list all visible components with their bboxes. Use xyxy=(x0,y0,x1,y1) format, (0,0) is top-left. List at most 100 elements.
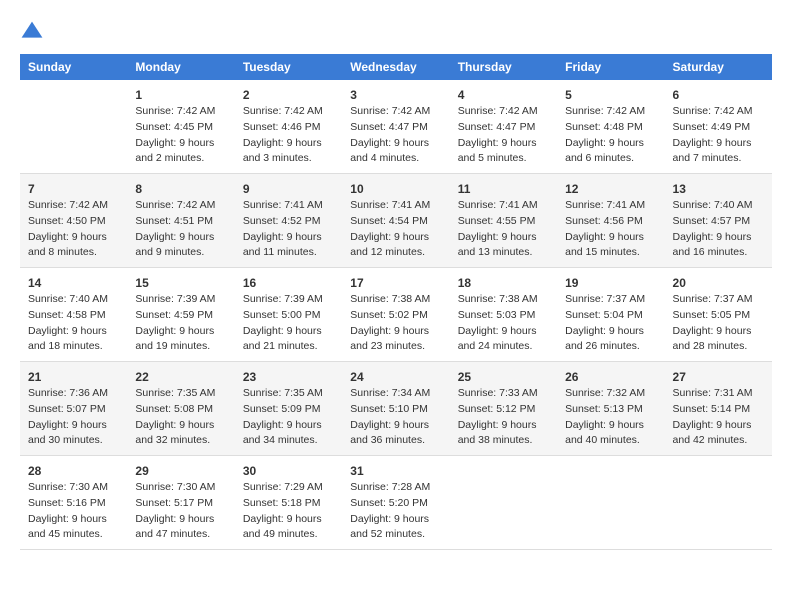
day-info: and 49 minutes. xyxy=(243,527,334,543)
day-number: 30 xyxy=(243,462,334,480)
calendar-cell: 31Sunrise: 7:28 AMSunset: 5:20 PMDayligh… xyxy=(342,456,449,550)
day-info: Sunrise: 7:42 AM xyxy=(565,104,656,120)
day-number: 23 xyxy=(243,368,334,386)
calendar-cell: 21Sunrise: 7:36 AMSunset: 5:07 PMDayligh… xyxy=(20,362,127,456)
day-info: Sunset: 4:57 PM xyxy=(673,214,764,230)
day-info: Sunset: 5:09 PM xyxy=(243,402,334,418)
day-info: Daylight: 9 hours xyxy=(28,512,119,528)
day-info: Daylight: 9 hours xyxy=(135,136,226,152)
day-number: 28 xyxy=(28,462,119,480)
calendar-cell: 3Sunrise: 7:42 AMSunset: 4:47 PMDaylight… xyxy=(342,80,449,174)
day-number: 4 xyxy=(458,86,549,104)
day-info: Daylight: 9 hours xyxy=(458,418,549,434)
calendar-cell: 11Sunrise: 7:41 AMSunset: 4:55 PMDayligh… xyxy=(450,174,557,268)
weekday-header-wednesday: Wednesday xyxy=(342,54,449,80)
day-info: Daylight: 9 hours xyxy=(243,512,334,528)
day-info: Daylight: 9 hours xyxy=(28,418,119,434)
day-info: Daylight: 9 hours xyxy=(458,230,549,246)
day-info: Sunrise: 7:37 AM xyxy=(565,292,656,308)
calendar-cell: 12Sunrise: 7:41 AMSunset: 4:56 PMDayligh… xyxy=(557,174,664,268)
calendar-cell: 4Sunrise: 7:42 AMSunset: 4:47 PMDaylight… xyxy=(450,80,557,174)
day-info: and 8 minutes. xyxy=(28,245,119,261)
day-info: Sunset: 4:46 PM xyxy=(243,120,334,136)
day-number: 2 xyxy=(243,86,334,104)
calendar-cell: 17Sunrise: 7:38 AMSunset: 5:02 PMDayligh… xyxy=(342,268,449,362)
day-info: Daylight: 9 hours xyxy=(565,136,656,152)
calendar-cell: 18Sunrise: 7:38 AMSunset: 5:03 PMDayligh… xyxy=(450,268,557,362)
day-number: 17 xyxy=(350,274,441,292)
day-info: Sunset: 5:12 PM xyxy=(458,402,549,418)
day-info: and 23 minutes. xyxy=(350,339,441,355)
day-info: and 4 minutes. xyxy=(350,151,441,167)
day-info: and 34 minutes. xyxy=(243,433,334,449)
day-info: Sunset: 5:02 PM xyxy=(350,308,441,324)
day-info: Sunset: 5:14 PM xyxy=(673,402,764,418)
calendar-cell: 28Sunrise: 7:30 AMSunset: 5:16 PMDayligh… xyxy=(20,456,127,550)
day-number: 6 xyxy=(673,86,764,104)
day-number: 8 xyxy=(135,180,226,198)
calendar-cell xyxy=(20,80,127,174)
day-number: 21 xyxy=(28,368,119,386)
day-info: Daylight: 9 hours xyxy=(673,136,764,152)
day-info: Daylight: 9 hours xyxy=(243,418,334,434)
day-number: 26 xyxy=(565,368,656,386)
day-info: Sunrise: 7:38 AM xyxy=(458,292,549,308)
day-number: 22 xyxy=(135,368,226,386)
day-number: 7 xyxy=(28,180,119,198)
day-number: 14 xyxy=(28,274,119,292)
day-info: Daylight: 9 hours xyxy=(135,418,226,434)
day-info: and 5 minutes. xyxy=(458,151,549,167)
week-row-5: 28Sunrise: 7:30 AMSunset: 5:16 PMDayligh… xyxy=(20,456,772,550)
day-info: and 15 minutes. xyxy=(565,245,656,261)
day-info: Sunrise: 7:30 AM xyxy=(135,480,226,496)
day-number: 18 xyxy=(458,274,549,292)
day-number: 11 xyxy=(458,180,549,198)
day-info: and 28 minutes. xyxy=(673,339,764,355)
calendar-cell: 22Sunrise: 7:35 AMSunset: 5:08 PMDayligh… xyxy=(127,362,234,456)
day-info: and 7 minutes. xyxy=(673,151,764,167)
day-info: Sunrise: 7:41 AM xyxy=(243,198,334,214)
day-number: 10 xyxy=(350,180,441,198)
calendar-cell xyxy=(450,456,557,550)
day-info: Sunset: 5:00 PM xyxy=(243,308,334,324)
day-info: Sunrise: 7:41 AM xyxy=(350,198,441,214)
day-info: Sunrise: 7:36 AM xyxy=(28,386,119,402)
calendar-cell: 7Sunrise: 7:42 AMSunset: 4:50 PMDaylight… xyxy=(20,174,127,268)
day-info: Sunrise: 7:37 AM xyxy=(673,292,764,308)
day-info: Sunset: 4:56 PM xyxy=(565,214,656,230)
day-info: Sunrise: 7:39 AM xyxy=(243,292,334,308)
day-number: 5 xyxy=(565,86,656,104)
day-info: Daylight: 9 hours xyxy=(350,418,441,434)
calendar-cell: 27Sunrise: 7:31 AMSunset: 5:14 PMDayligh… xyxy=(665,362,772,456)
calendar-cell: 5Sunrise: 7:42 AMSunset: 4:48 PMDaylight… xyxy=(557,80,664,174)
day-info: Sunset: 4:54 PM xyxy=(350,214,441,230)
day-info: Sunrise: 7:42 AM xyxy=(243,104,334,120)
week-row-2: 7Sunrise: 7:42 AMSunset: 4:50 PMDaylight… xyxy=(20,174,772,268)
week-row-4: 21Sunrise: 7:36 AMSunset: 5:07 PMDayligh… xyxy=(20,362,772,456)
calendar-cell: 19Sunrise: 7:37 AMSunset: 5:04 PMDayligh… xyxy=(557,268,664,362)
day-info: Sunset: 5:10 PM xyxy=(350,402,441,418)
day-info: and 16 minutes. xyxy=(673,245,764,261)
day-info: and 24 minutes. xyxy=(458,339,549,355)
day-info: Daylight: 9 hours xyxy=(458,324,549,340)
day-info: Daylight: 9 hours xyxy=(565,324,656,340)
calendar-cell: 9Sunrise: 7:41 AMSunset: 4:52 PMDaylight… xyxy=(235,174,342,268)
day-number: 12 xyxy=(565,180,656,198)
weekday-header-monday: Monday xyxy=(127,54,234,80)
day-info: Sunset: 4:47 PM xyxy=(350,120,441,136)
day-number: 9 xyxy=(243,180,334,198)
day-info: and 9 minutes. xyxy=(135,245,226,261)
weekday-header-thursday: Thursday xyxy=(450,54,557,80)
calendar-cell: 25Sunrise: 7:33 AMSunset: 5:12 PMDayligh… xyxy=(450,362,557,456)
day-info: Sunrise: 7:40 AM xyxy=(673,198,764,214)
page-header xyxy=(20,20,772,44)
day-info: Sunset: 5:20 PM xyxy=(350,496,441,512)
day-info: and 21 minutes. xyxy=(243,339,334,355)
calendar-cell: 15Sunrise: 7:39 AMSunset: 4:59 PMDayligh… xyxy=(127,268,234,362)
day-info: Sunset: 5:16 PM xyxy=(28,496,119,512)
day-info: Sunset: 5:08 PM xyxy=(135,402,226,418)
day-info: and 52 minutes. xyxy=(350,527,441,543)
day-info: Sunrise: 7:29 AM xyxy=(243,480,334,496)
day-info: and 6 minutes. xyxy=(565,151,656,167)
day-info: Daylight: 9 hours xyxy=(28,230,119,246)
